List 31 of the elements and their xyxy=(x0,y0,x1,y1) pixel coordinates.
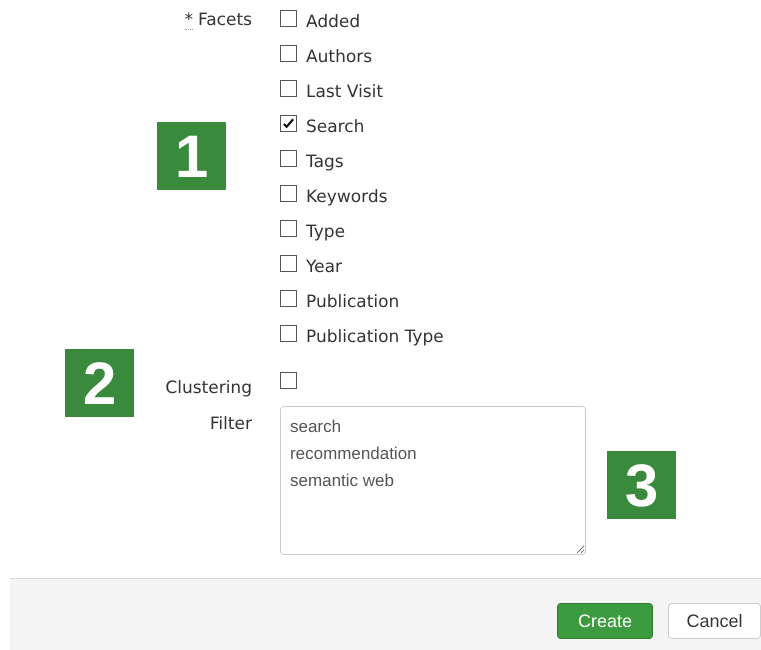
checkbox[interactable] xyxy=(280,45,297,62)
number-badge: 3 xyxy=(607,451,676,519)
option-label: Keywords xyxy=(306,186,388,206)
option-label: Authors xyxy=(306,46,372,66)
checkbox[interactable] xyxy=(280,325,297,342)
option-label: Added xyxy=(306,12,360,32)
required-mark: * xyxy=(184,11,194,30)
number-badge: 1 xyxy=(157,122,226,190)
checkbox[interactable] xyxy=(280,255,297,272)
field-label: Facets xyxy=(198,10,252,30)
checkbox[interactable] xyxy=(280,115,297,132)
create-button[interactable]: Create xyxy=(557,603,653,639)
checkbox[interactable] xyxy=(280,150,297,167)
option-label: Type xyxy=(306,222,346,242)
field-label: Filter xyxy=(210,414,252,434)
option-label: Last Visit xyxy=(306,82,384,102)
checkbox[interactable] xyxy=(280,80,297,97)
checkbox[interactable] xyxy=(280,290,297,307)
option-label: Publication xyxy=(306,292,400,312)
cancel-button[interactable]: Cancel xyxy=(668,603,761,639)
checkbox[interactable] xyxy=(280,185,297,202)
checkbox[interactable] xyxy=(280,220,297,237)
checkbox[interactable] xyxy=(280,10,297,27)
filter-field[interactable]: search recommendation semantic web xyxy=(280,406,586,555)
option-label: Search xyxy=(306,116,364,136)
field-label: Clustering xyxy=(165,378,252,398)
option-label: Year xyxy=(306,256,342,276)
option-label: Tags xyxy=(306,152,344,172)
number-badge: 2 xyxy=(65,349,134,417)
checkbox[interactable] xyxy=(280,372,297,389)
option-label: Publication Type xyxy=(306,326,444,346)
